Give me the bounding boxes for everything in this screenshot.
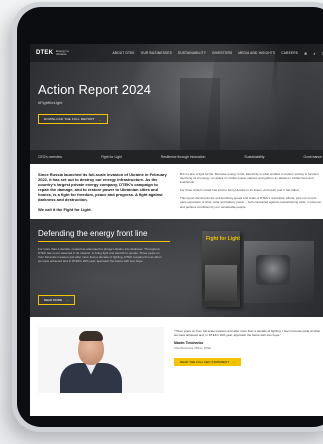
nav-item-media[interactable]: MEDIA AND INSIGHTS	[238, 51, 275, 55]
arrow-right-icon: →	[65, 297, 70, 303]
intro-paragraph: This report documents the extraordinary …	[180, 196, 322, 209]
product-shot: DTEK Energy to Ukraine ABOUT DTEK OUR BU…	[0, 0, 323, 444]
tab-ceo-overview[interactable]: CEO's overview	[38, 155, 62, 159]
intro-paragraph: For three winters russia has tried to br…	[180, 188, 300, 193]
intro-right-column: But it's also a fight for life. Because …	[180, 172, 322, 213]
report-cover[interactable]: Fight for Light	[202, 230, 240, 307]
nav-item-businesses[interactable]: OUR BUSINESSES	[141, 51, 172, 55]
tab-governance[interactable]: Governance	[303, 155, 321, 159]
arrow-right-icon: →	[97, 116, 102, 122]
hero-figure	[277, 62, 323, 150]
report-cover-image	[205, 264, 237, 301]
nav-item-about[interactable]: ABOUT DTEK	[112, 51, 134, 55]
read-more-label: READ MORE	[44, 297, 63, 302]
tablet-screen: DTEK Energy to Ukraine ABOUT DTEK OUR BU…	[30, 44, 323, 416]
feature-text: For more than a decade, russia has attem…	[38, 246, 162, 263]
accent-divider	[38, 240, 170, 242]
tab-fight-for-light[interactable]: Fight for Light	[101, 155, 122, 159]
feature-title: Defending the energy front line	[38, 228, 148, 238]
site-logo[interactable]: DTEK Energy to Ukraine	[36, 48, 70, 57]
arrow-right-icon: →	[232, 359, 236, 364]
quote-text: "Three years on from full-scale invasion…	[174, 328, 320, 337]
nav-item-careers[interactable]: CAREERS	[281, 51, 298, 55]
nav-item-sustainability[interactable]: SUSTAINABILITY	[178, 51, 206, 55]
nav-item-investors[interactable]: INVESTORS	[212, 51, 232, 55]
globe-icon[interactable]: ⊕	[304, 51, 307, 56]
intro-lead-sub: We call it the Fight for Light.	[38, 207, 92, 212]
report-cover-title: Fight for Light	[206, 235, 240, 242]
page-title: Action Report 2024	[38, 82, 152, 97]
logo-mark: DTEK	[36, 50, 54, 56]
quote-author-role: Chief Executive Officer, DTEK	[174, 345, 212, 350]
logo-tagline: Energy to Ukraine	[56, 48, 69, 56]
feature-section: Defending the energy front line For more…	[30, 218, 323, 317]
intro-paragraph: But it's also a fight for life. Because …	[180, 172, 319, 185]
read-ceo-statement-label: READ THE FULL CEO STATEMENT	[180, 359, 230, 364]
hero-tagline: #FightforLight	[38, 100, 63, 105]
download-report-label: DOWNLOAD THE FULL REPORT	[44, 117, 95, 121]
quote-author: Maxim Timchenko	[174, 340, 204, 345]
intro-lead: Since Russia launched its full-scale inv…	[38, 172, 167, 202]
search-icon[interactable]: ⌕	[313, 51, 315, 56]
portrait-hair	[79, 330, 103, 341]
feature-photo	[244, 240, 314, 303]
top-navigation: DTEK Energy to Ukraine ABOUT DTEK OUR BU…	[30, 44, 323, 62]
hero-section: DTEK Energy to Ukraine ABOUT DTEK OUR BU…	[30, 44, 323, 150]
hero-figure	[180, 78, 220, 150]
section-tabs: CEO's overview Fight for Light Resilienc…	[30, 150, 323, 164]
download-report-button[interactable]: DOWNLOAD THE FULL REPORT →	[38, 114, 108, 124]
intro-left-column: Since Russia launched its full-scale inv…	[38, 172, 168, 213]
read-ceo-statement-button[interactable]: READ THE FULL CEO STATEMENT →	[174, 357, 242, 366]
nav-menu: ABOUT DTEK OUR BUSINESSES SUSTAINABILITY…	[112, 51, 323, 56]
ceo-portrait	[38, 326, 164, 393]
tab-resilience[interactable]: Resilience through innovation	[161, 155, 205, 159]
quote-body: "Three years on from full-scale invasion…	[174, 327, 322, 393]
intro-section: Since Russia launched its full-scale inv…	[30, 164, 323, 219]
ceo-quote-section: "Three years on from full-scale invasion…	[30, 317, 323, 403]
tab-sustainability[interactable]: Sustainability	[244, 155, 264, 159]
read-more-button[interactable]: READ MORE →	[38, 294, 76, 305]
